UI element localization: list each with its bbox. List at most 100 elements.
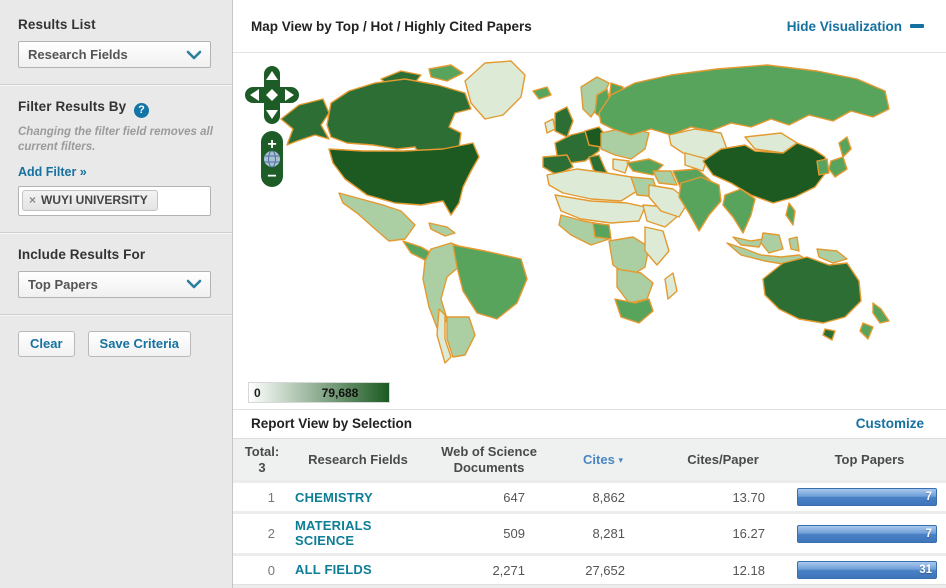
- hide-visualization-label: Hide Visualization: [787, 19, 902, 34]
- cites-cell: 27,652: [553, 555, 653, 585]
- cites-cell: 8,281: [553, 513, 653, 555]
- map-region-new-zealand[interactable]: [860, 323, 873, 339]
- map-region-south-africa[interactable]: [615, 299, 653, 323]
- map-region-nigeria[interactable]: [593, 223, 611, 239]
- table-row: 1 CHEMISTRY 647 8,862 13.70 7: [233, 482, 946, 513]
- table-end-divider: [233, 584, 946, 588]
- map-region-greenland[interactable]: [465, 61, 525, 119]
- rank-cell: 2: [233, 513, 291, 555]
- filter-note: Changing the filter field removes all cu…: [18, 125, 214, 155]
- field-link[interactable]: ALL FIELDS: [295, 563, 372, 577]
- map-region-philippines[interactable]: [786, 203, 795, 225]
- esi-window: Results List Research Fields Filter Resu…: [0, 0, 946, 588]
- table-header-row: Total: 3 Research Fields Web of Science …: [233, 439, 946, 482]
- hide-visualization-link[interactable]: Hide Visualization: [787, 19, 924, 34]
- include-results-section: Include Results For Top Papers: [0, 232, 232, 314]
- include-results-value: Top Papers: [28, 277, 98, 292]
- top-papers-bar: 31: [797, 561, 937, 579]
- top-papers-cell: 31: [793, 555, 946, 585]
- clear-button[interactable]: Clear: [18, 331, 75, 357]
- minus-icon: [910, 24, 924, 28]
- map-zoom-control[interactable]: + −: [261, 131, 283, 187]
- map-region-china[interactable]: [703, 143, 827, 203]
- zoom-out-button[interactable]: −: [267, 168, 276, 185]
- rank-cell: 0: [233, 555, 291, 585]
- remove-filter-icon[interactable]: ×: [29, 194, 36, 206]
- map-region-east-africa[interactable]: [645, 227, 669, 265]
- map-region-caribbean[interactable]: [429, 223, 455, 236]
- map-region-india[interactable]: [679, 177, 721, 231]
- include-results-dropdown[interactable]: Top Papers: [18, 271, 211, 298]
- documents-cell: 2,271: [425, 555, 553, 585]
- field-cell: CHEMISTRY: [291, 482, 425, 513]
- filter-tag[interactable]: × WUYI UNIVERSITY: [22, 190, 158, 211]
- report-view-title: Report View by Selection: [251, 416, 412, 431]
- map-region-russia[interactable]: [599, 65, 889, 135]
- documents-cell: 647: [425, 482, 553, 513]
- top-papers-cell: 7: [793, 513, 946, 555]
- map-region-tasmania[interactable]: [823, 329, 835, 340]
- top-papers-value: 7: [926, 491, 936, 503]
- map-region-balkans[interactable]: [613, 159, 629, 173]
- map-legend-bar: 0 79,688: [248, 382, 390, 403]
- cites-per-paper-cell: 13.70: [653, 482, 793, 513]
- legend-max-value: 79,688: [322, 386, 359, 400]
- map-region-southeast-asia[interactable]: [723, 189, 755, 233]
- question-icon[interactable]: ?: [134, 103, 149, 118]
- map-region-brazil[interactable]: [453, 245, 527, 319]
- map-region-southern-africa[interactable]: [617, 269, 653, 303]
- map-region-arctic-islands[interactable]: [429, 65, 463, 81]
- map-region-australia[interactable]: [763, 257, 861, 323]
- filter-section: Filter Results By ? Changing the filter …: [0, 84, 232, 232]
- filter-heading-row: Filter Results By ?: [18, 99, 214, 118]
- add-filter-link[interactable]: Add Filter »: [18, 165, 87, 179]
- map-region-uk[interactable]: [555, 107, 573, 137]
- filter-box[interactable]: × WUYI UNIVERSITY: [18, 186, 211, 216]
- map-region-argentina[interactable]: [447, 317, 475, 357]
- customize-link[interactable]: Customize: [856, 416, 924, 431]
- report-header: Report View by Selection Customize: [233, 409, 946, 440]
- field-link[interactable]: CHEMISTRY: [295, 491, 373, 505]
- map-region-sulawesi[interactable]: [789, 237, 799, 251]
- map-region-borneo[interactable]: [761, 233, 783, 253]
- map-region-new-guinea[interactable]: [817, 249, 847, 263]
- zoom-in-button[interactable]: +: [267, 136, 276, 153]
- column-header-documents[interactable]: Web of Science Documents: [425, 439, 553, 482]
- total-header: Total: 3: [233, 439, 291, 482]
- results-list-section: Results List Research Fields: [0, 0, 232, 84]
- map-region-malaysia[interactable]: [733, 237, 763, 247]
- top-papers-bar: 7: [797, 525, 937, 543]
- chevron-down-icon: [186, 279, 202, 289]
- field-cell: ALL FIELDS: [291, 555, 425, 585]
- column-header-cites[interactable]: Cites ▾: [553, 439, 653, 482]
- top-papers-value: 7: [926, 528, 936, 540]
- results-list-dropdown[interactable]: Research Fields: [18, 41, 211, 68]
- column-header-cites-per-paper[interactable]: Cites/Paper: [653, 439, 793, 482]
- world-map[interactable]: + −: [233, 53, 944, 383]
- map-region-japan[interactable]: [829, 157, 847, 177]
- field-link[interactable]: MATERIALS SCIENCE: [295, 519, 421, 548]
- map-region-madagascar[interactable]: [665, 273, 677, 299]
- total-value: 3: [237, 460, 287, 476]
- total-label: Total:: [237, 444, 287, 460]
- documents-cell: 509: [425, 513, 553, 555]
- map-region-new-zealand[interactable]: [873, 303, 889, 323]
- top-papers-bar: 7: [797, 488, 937, 506]
- globe-icon[interactable]: [264, 151, 280, 167]
- cites-per-paper-cell: 12.18: [653, 555, 793, 585]
- map-region-ireland[interactable]: [545, 119, 555, 133]
- column-header-research-fields[interactable]: Research Fields: [291, 439, 425, 482]
- sidebar-actions: Clear Save Criteria: [0, 314, 232, 373]
- save-criteria-button[interactable]: Save Criteria: [88, 331, 192, 357]
- map-region-korea[interactable]: [817, 159, 829, 175]
- main-panel: Map View by Top / Hot / Highly Cited Pap…: [233, 0, 946, 588]
- map-region-alaska[interactable]: [281, 99, 329, 145]
- map-region-iceland[interactable]: [533, 87, 551, 99]
- include-results-heading: Include Results For: [18, 247, 214, 262]
- column-header-top-papers[interactable]: Top Papers: [793, 439, 946, 482]
- map-header: Map View by Top / Hot / Highly Cited Pap…: [233, 0, 946, 53]
- map-region-japan[interactable]: [839, 137, 851, 157]
- top-papers-value: 31: [919, 564, 936, 576]
- table-row: 0 ALL FIELDS 2,271 27,652 12.18 31: [233, 555, 946, 585]
- cites-sort-link[interactable]: Cites: [583, 452, 615, 467]
